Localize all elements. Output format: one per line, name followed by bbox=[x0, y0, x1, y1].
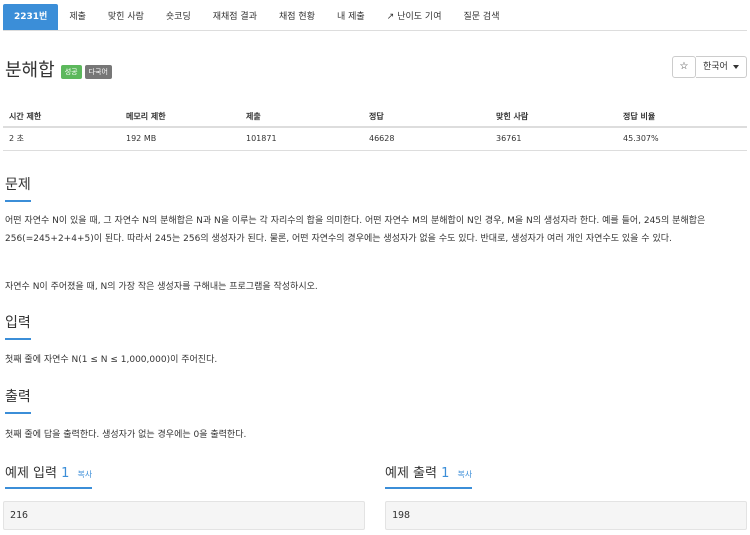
input-description: 첫째 줄에 자연수 N(1 ≤ N ≤ 1,000,000)이 주어진다. bbox=[5, 355, 218, 365]
external-link-icon: ↗ bbox=[386, 12, 395, 22]
problem-header: 분해합 성공 다국어 bbox=[5, 56, 112, 82]
tab-submit[interactable]: 제출 bbox=[58, 4, 97, 30]
table-cell: 45.307% bbox=[617, 127, 747, 151]
table-header: 정답 비율 bbox=[617, 106, 747, 128]
tab-problem[interactable]: 2231번 bbox=[3, 4, 59, 30]
sample-input-number: 1 bbox=[61, 466, 70, 481]
sample-input-header: 예제 입력 1 복사 bbox=[5, 462, 93, 489]
star-icon: ☆ bbox=[679, 61, 689, 72]
tab-rejudge-results[interactable]: 재채점 결과 bbox=[202, 4, 268, 30]
table-cell: 101871 bbox=[240, 127, 363, 151]
language-dropdown[interactable]: 한국어 bbox=[696, 56, 747, 78]
table-header: 정답 bbox=[363, 106, 490, 128]
problem-stats-table: 시간 제한 메모리 제한 제출 정답 맞힌 사람 정답 비율 2 초 192 M… bbox=[3, 106, 747, 151]
language-label: 한국어 bbox=[703, 62, 728, 72]
page-title: 분해합 bbox=[5, 60, 55, 81]
tab-difficulty-contribute[interactable]: ↗ 난이도 기여 bbox=[376, 4, 453, 30]
section-title-problem: 문제 bbox=[5, 174, 31, 202]
table-header: 제출 bbox=[240, 106, 363, 128]
status-badge-multilang: 다국어 bbox=[84, 65, 112, 79]
copy-input-button[interactable]: 복사 bbox=[78, 470, 93, 479]
problem-menu-tabs: 2231번 제출 맞힌 사람 숏코딩 재채점 결과 채점 현황 내 제출 ↗ 난이… bbox=[3, 4, 747, 31]
table-cell: 192 MB bbox=[120, 127, 240, 151]
problem-description-task: 자연수 N이 주어졌을 때, N의 가장 작은 생성자를 구해내는 프로그램을 … bbox=[5, 282, 318, 292]
table-cell: 36761 bbox=[490, 127, 617, 151]
sample-output-header: 예제 출력 1 복사 bbox=[385, 462, 473, 489]
star-button[interactable]: ☆ bbox=[672, 56, 696, 78]
tab-my-submissions[interactable]: 내 제출 bbox=[326, 4, 376, 30]
sample-output-box[interactable]: 198 bbox=[385, 501, 747, 530]
tab-difficulty-label: 난이도 기여 bbox=[397, 12, 442, 22]
section-title-input: 입력 bbox=[5, 312, 31, 340]
table-header-row: 시간 제한 메모리 제한 제출 정답 맞힌 사람 정답 비율 bbox=[3, 106, 747, 128]
output-description: 첫째 줄에 답을 출력한다. 생성자가 없는 경우에는 0을 출력한다. bbox=[5, 430, 247, 440]
section-title-output: 출력 bbox=[5, 386, 31, 414]
table-header: 시간 제한 bbox=[3, 106, 120, 128]
table-header: 메모리 제한 bbox=[120, 106, 240, 128]
tab-question-search[interactable]: 질문 검색 bbox=[453, 4, 511, 30]
caret-down-icon bbox=[732, 64, 739, 69]
problem-description: 어떤 자연수 N이 있을 때, 그 자연수 N의 분해합은 N과 N을 이루는 … bbox=[5, 216, 706, 244]
sample-output-label: 예제 출력 bbox=[385, 466, 437, 481]
copy-output-button[interactable]: 복사 bbox=[458, 470, 473, 479]
tab-status[interactable]: 채점 현황 bbox=[268, 4, 326, 30]
table-header: 맞힌 사람 bbox=[490, 106, 617, 128]
sample-input-box[interactable]: 216 bbox=[3, 501, 365, 530]
tab-short-coding[interactable]: 숏코딩 bbox=[155, 4, 202, 30]
table-cell: 46628 bbox=[363, 127, 490, 151]
tab-solved-users[interactable]: 맞힌 사람 bbox=[97, 4, 155, 30]
table-cell: 2 초 bbox=[3, 127, 120, 151]
status-badge-success: 성공 bbox=[60, 65, 82, 79]
sample-input-label: 예제 입력 bbox=[5, 466, 57, 481]
sample-output-number: 1 bbox=[441, 466, 450, 481]
table-row: 2 초 192 MB 101871 46628 36761 45.307% bbox=[3, 127, 747, 151]
